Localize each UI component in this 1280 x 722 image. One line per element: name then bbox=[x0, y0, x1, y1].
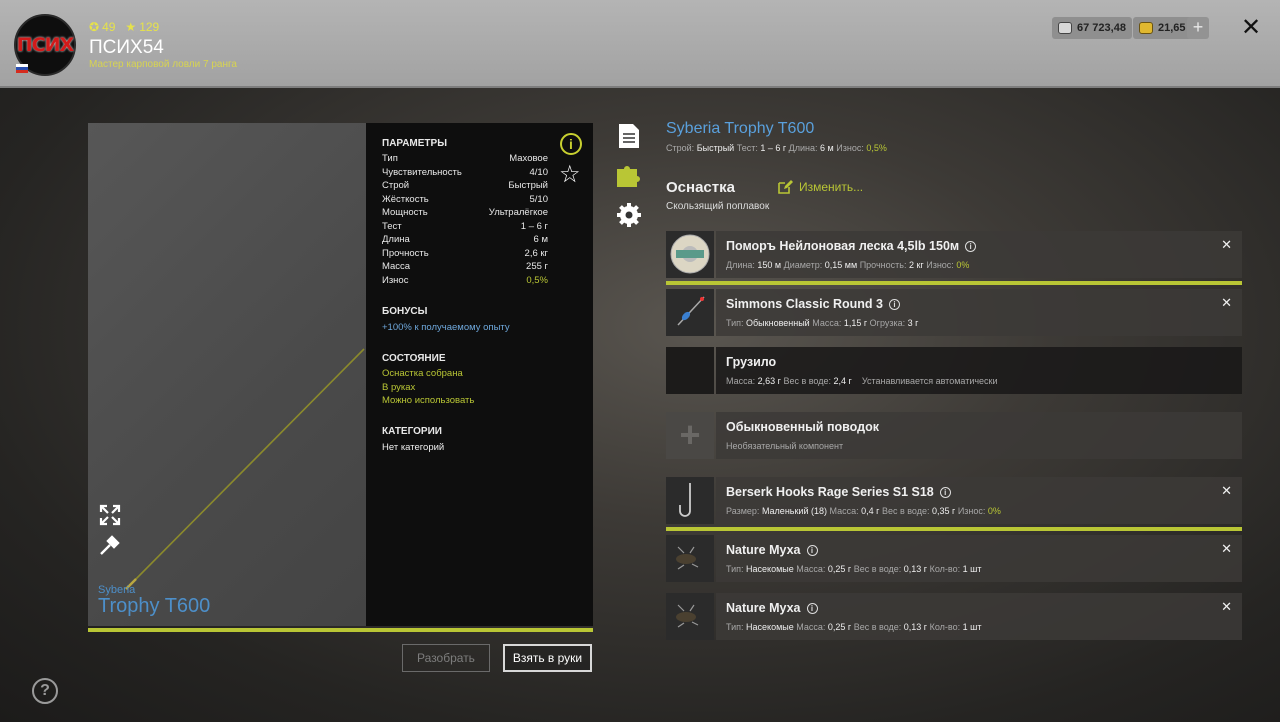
state-heading: СОСТОЯНИЕ bbox=[382, 353, 446, 364]
gold-balance: 21,65 bbox=[1133, 17, 1192, 39]
line-slot[interactable]: Поморъ Нейлоновая леска 4,5lb 150м i Длин… bbox=[716, 231, 1242, 278]
repair-icon[interactable] bbox=[98, 533, 122, 557]
bait-slot[interactable]: Nature Муха i Тип: Насекомые Масса: 0,25 … bbox=[716, 593, 1242, 640]
hook-thumbnail[interactable] bbox=[666, 477, 714, 524]
info-icon[interactable]: i bbox=[939, 486, 951, 498]
line-thumbnail[interactable] bbox=[666, 231, 714, 278]
silver-coin-icon bbox=[1058, 22, 1072, 34]
info-icon[interactable]: i bbox=[806, 544, 818, 556]
state-item: Можно использовать bbox=[382, 395, 475, 406]
params-panel: ПАРАМЕТРЫ Тип Маховое Чувствительность 4/1… bbox=[366, 123, 593, 626]
info-icon[interactable]: i bbox=[965, 240, 977, 252]
rig-tab-icon[interactable] bbox=[615, 161, 643, 194]
state-item: В руках bbox=[382, 381, 416, 393]
rig-heading: Оснастка bbox=[666, 179, 735, 196]
remove-hook-button[interactable]: ✕ bbox=[1221, 483, 1232, 499]
disassemble-button[interactable]: Разобрать bbox=[402, 644, 490, 672]
settings-tab-icon[interactable] bbox=[615, 201, 643, 234]
rod-title: Syberia Trophy T600 bbox=[666, 120, 815, 137]
bonus-heading: БОНУСЫ bbox=[382, 306, 428, 317]
fullscreen-icon[interactable] bbox=[98, 503, 122, 527]
description-tab-icon[interactable] bbox=[617, 122, 641, 155]
help-icon[interactable]: ? bbox=[32, 678, 58, 704]
add-leader-icon: + bbox=[679, 414, 701, 455]
level-icon: ✪ bbox=[89, 20, 100, 34]
param-row: Жёсткость 5/10 bbox=[382, 193, 548, 205]
remove-float-button[interactable]: ✕ bbox=[1221, 295, 1232, 311]
edit-rig-button[interactable]: Изменить... bbox=[777, 179, 863, 195]
state-item: Оснастка собрана bbox=[382, 368, 463, 379]
preview-title: Trophy T600 bbox=[98, 595, 211, 617]
categories-value: Нет категорий bbox=[382, 442, 445, 453]
hook-condition-bar bbox=[666, 527, 1242, 531]
russia-flag-icon bbox=[16, 64, 28, 73]
player-level: 49 bbox=[102, 20, 116, 34]
remove-line-button[interactable]: ✕ bbox=[1221, 237, 1232, 253]
bonus-text: +100% к получаемому опыту bbox=[382, 322, 510, 333]
param-row: Износ 0,5% bbox=[382, 274, 548, 286]
sinker-thumbnail bbox=[666, 347, 714, 394]
categories-heading: КАТЕГОРИИ bbox=[382, 426, 442, 437]
param-row: Чувствительность 4/10 bbox=[382, 166, 548, 178]
player-stats: ✪ 49 ★ 129 bbox=[89, 20, 159, 34]
player-nickname: ПСИХ54 bbox=[89, 37, 164, 58]
param-row: Прочность 2,6 кг bbox=[382, 247, 548, 259]
player-rating: 129 bbox=[139, 20, 160, 34]
leader-slot[interactable]: Обыкновенный поводок Необязательный комп… bbox=[716, 412, 1242, 459]
add-gold-button[interactable]: + bbox=[1187, 17, 1209, 39]
float-thumbnail[interactable] bbox=[666, 289, 714, 336]
player-rank: Мастер карповой ловли 7 ранга bbox=[89, 59, 237, 70]
rod-image bbox=[125, 348, 365, 590]
param-row: Мощность Ультралёгкое bbox=[382, 207, 548, 218]
bait-slot[interactable]: Nature Муха i Тип: Насекомые Масса: 0,25 … bbox=[716, 535, 1242, 582]
rod-summary: Строй: Быстрый Тест: 1 – 6 г Длина: 6 м … bbox=[666, 143, 887, 153]
info-icon[interactable]: i bbox=[560, 133, 582, 155]
param-row: Тип Маховое bbox=[382, 153, 548, 164]
gold-coin-icon bbox=[1139, 22, 1153, 34]
silver-balance: 67 723,48 bbox=[1052, 17, 1132, 39]
close-button[interactable]: ✕ bbox=[1240, 16, 1262, 40]
float-slot[interactable]: Simmons Classic Round 3i Тип: Обыкновенн… bbox=[716, 289, 1242, 336]
hook-slot[interactable]: Berserk Hooks Rage Series S1 S18 i Размер… bbox=[716, 477, 1242, 524]
sinker-slot: Грузило Масса: 2,63 г Вес в воде: 2,4 г … bbox=[716, 347, 1242, 394]
top-bar: ПСИХ ✪ 49 ★ 129 ПСИХ54 Мастер карповой лов… bbox=[0, 0, 1280, 88]
param-row: Масса 255 г bbox=[382, 261, 548, 272]
params-heading: ПАРАМЕТРЫ bbox=[382, 138, 447, 149]
bait-thumbnail[interactable] bbox=[666, 593, 714, 640]
info-icon[interactable]: i bbox=[806, 602, 818, 614]
line-condition-bar bbox=[666, 281, 1242, 285]
bait-thumbnail[interactable] bbox=[666, 535, 714, 582]
info-icon[interactable]: i bbox=[888, 298, 900, 310]
favorite-star-icon[interactable]: ☆ bbox=[559, 163, 581, 187]
param-row: Тест 1 – 6 г bbox=[382, 220, 548, 232]
edit-icon bbox=[778, 180, 793, 194]
rod-condition-bar bbox=[88, 628, 593, 632]
param-row: Длина 6 м bbox=[382, 234, 548, 245]
param-row: Строй Быстрый bbox=[382, 180, 548, 191]
leader-thumbnail[interactable]: + bbox=[666, 412, 714, 459]
take-in-hands-button[interactable]: Взять в руки bbox=[503, 644, 592, 672]
remove-bait-button[interactable]: ✕ bbox=[1221, 541, 1232, 557]
remove-bait-button[interactable]: ✕ bbox=[1221, 599, 1232, 615]
rod-preview[interactable]: Syberia Trophy T600 bbox=[88, 123, 366, 626]
star-icon: ★ bbox=[125, 20, 137, 34]
rig-type: Скользящий поплавок bbox=[666, 201, 770, 212]
